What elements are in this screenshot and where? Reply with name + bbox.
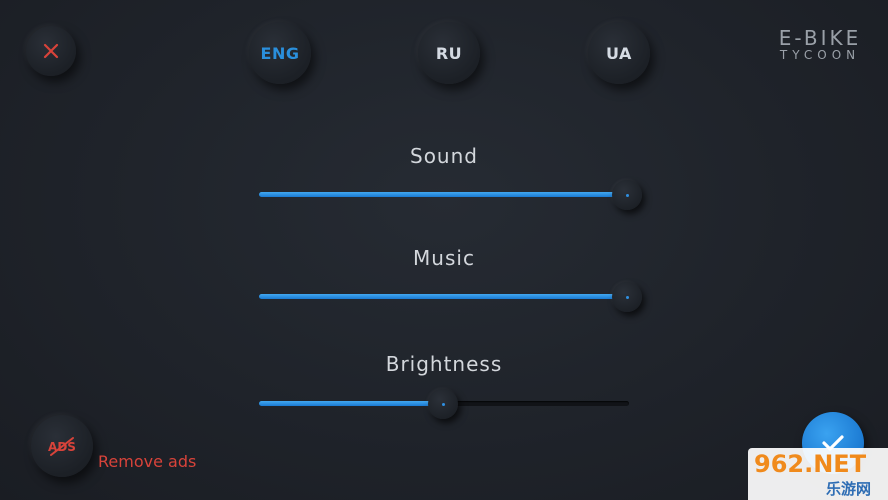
music-slider-knob[interactable] bbox=[612, 282, 642, 312]
music-label: Music bbox=[413, 246, 475, 270]
brightness-slider-knob[interactable] bbox=[428, 389, 458, 419]
watermark-main-text: 962.NET bbox=[754, 450, 867, 478]
remove-ads-button[interactable]: ADS bbox=[31, 415, 93, 477]
site-watermark: 962.NET 乐游网 bbox=[748, 448, 888, 500]
music-slider-fill bbox=[259, 294, 627, 299]
watermark-sub-text: 乐游网 bbox=[826, 480, 872, 498]
brightness-slider[interactable] bbox=[259, 389, 629, 419]
logo-subtitle: TYCOON bbox=[779, 48, 861, 62]
language-button-ua[interactable]: UA bbox=[588, 22, 650, 84]
music-slider[interactable] bbox=[259, 282, 642, 312]
sound-slider[interactable] bbox=[259, 180, 642, 210]
brightness-label: Brightness bbox=[385, 352, 503, 376]
brightness-slider-fill bbox=[259, 401, 443, 406]
sound-slider-fill bbox=[259, 192, 627, 197]
remove-ads-link[interactable]: Remove ads bbox=[98, 452, 196, 471]
logo-title: E-BIKE bbox=[778, 26, 862, 50]
sound-label: Sound bbox=[410, 144, 478, 168]
no-ads-icon: ADS bbox=[48, 437, 76, 456]
sound-slider-knob[interactable] bbox=[612, 180, 642, 210]
language-button-ru[interactable]: RU bbox=[418, 22, 480, 84]
close-button[interactable] bbox=[26, 26, 76, 76]
close-icon bbox=[43, 43, 59, 59]
language-button-eng[interactable]: ENG bbox=[249, 22, 311, 84]
game-logo: E-BIKE TYCOON bbox=[772, 27, 868, 61]
